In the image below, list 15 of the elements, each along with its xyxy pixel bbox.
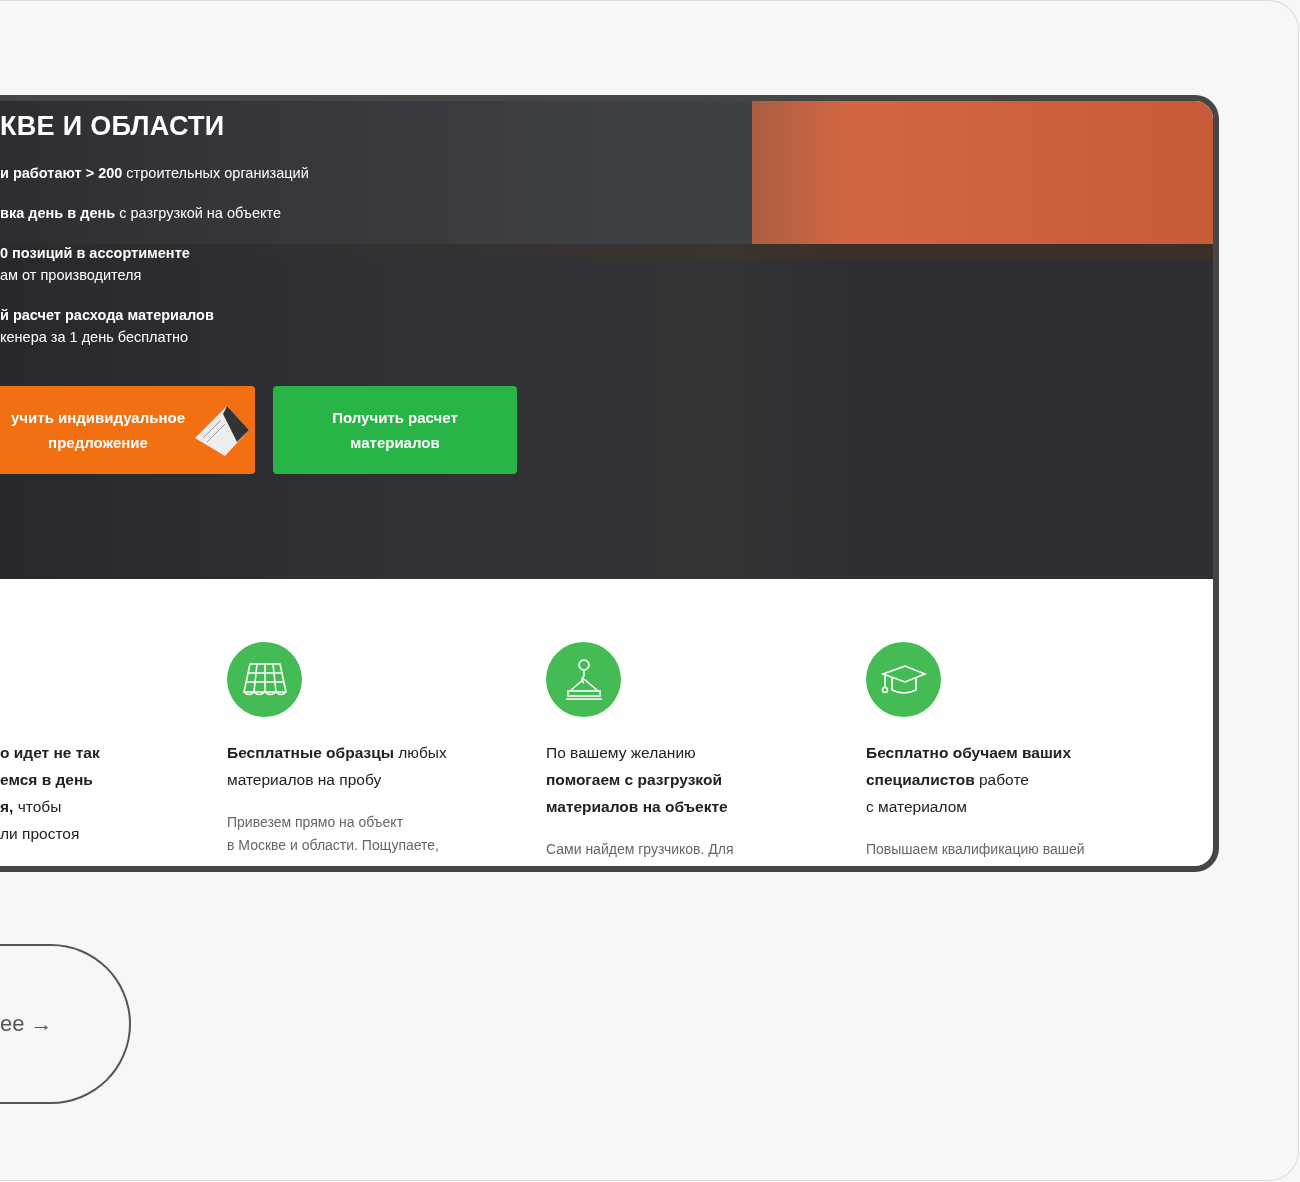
more-button[interactable]: ee →: [0, 944, 131, 1104]
hero-bullet: 0 позиций в ассортименте ам от производителя: [0, 244, 191, 285]
feature-description: Сами найдем грузчиков. Для: [546, 840, 735, 859]
feature-description: Привезем прямо на объект в Москве и области. Пощупаете,: [227, 813, 440, 855]
calculation-button[interactable]: Получить расчет материалов: [273, 386, 517, 474]
hero-bullet: й расчет расхода материалов кенера за 1 день бесплатно: [0, 306, 215, 347]
offer-button[interactable]: учить индивидуальное предложение: [0, 386, 255, 474]
hero-bullet: вка день в день с разгрузкой на объекте: [0, 204, 282, 223]
hero-title: КВЕ И ОБЛАСТИ: [0, 111, 226, 142]
feature-heading: о идет не так емся в день я, чтобы ли простоя: [0, 743, 101, 844]
feature-description: Повышаем квалификацию вашей: [866, 840, 1086, 859]
feature-heading: Бесплатно обучаем ваших специалистов работе с материалом: [866, 743, 1072, 817]
feature-heading: По вашему желанию помогаем с разгрузкой материалов на объекте: [546, 743, 729, 817]
feature-heading: Бесплатные образцы любых материалов на пробу: [227, 743, 448, 790]
hero-bullet: и работают > 200 строительных организаций: [0, 164, 310, 183]
